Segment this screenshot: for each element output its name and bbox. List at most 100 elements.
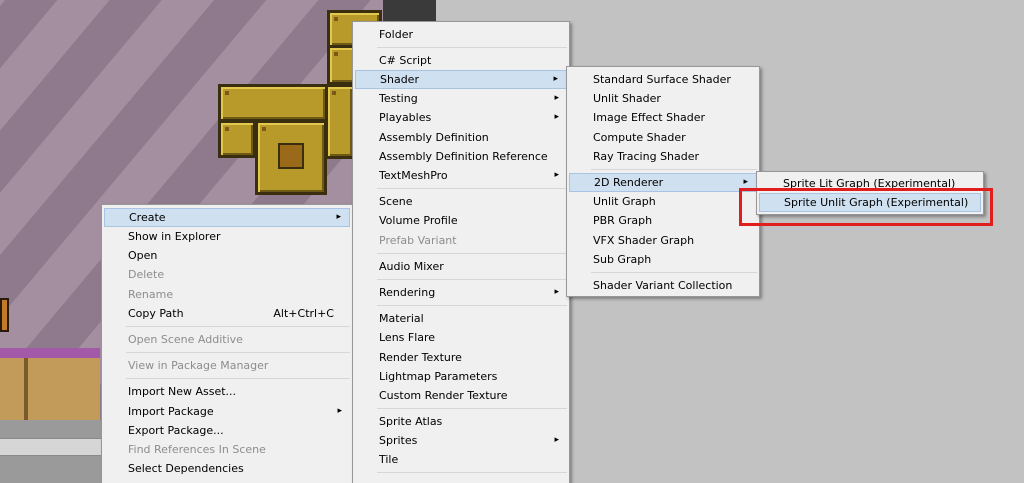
menu-item-create[interactable]: Create ▸ xyxy=(104,208,350,227)
menu-item-audio-mixer[interactable]: Audio Mixer xyxy=(355,257,567,276)
menu-item-vfx-shader-graph[interactable]: VFX Shader Graph xyxy=(569,231,757,250)
menu-separator xyxy=(377,279,567,280)
menu-item-find-references[interactable]: Find References In Scene xyxy=(104,440,350,459)
menu-item-label: Folder xyxy=(379,28,413,41)
submenu-arrow-icon: ▸ xyxy=(554,435,559,445)
menu-item-label: Unlit Shader xyxy=(593,92,661,105)
menu-item-playables[interactable]: Playables ▸ xyxy=(355,108,567,127)
player-character xyxy=(0,298,9,332)
menu-item-assembly-definition[interactable]: Assembly Definition xyxy=(355,128,567,147)
menu-item-csharp-script[interactable]: C# Script xyxy=(355,51,567,70)
menu-item-lens-flare[interactable]: Lens Flare xyxy=(355,328,567,347)
menu-separator xyxy=(126,378,350,379)
menu-item-copy-path[interactable]: Copy Path Alt+Ctrl+C xyxy=(104,304,350,323)
menu-separator xyxy=(377,408,567,409)
menu-separator xyxy=(377,305,567,306)
menu-item-open[interactable]: Open xyxy=(104,246,350,265)
menu-item-unlit-shader[interactable]: Unlit Shader xyxy=(569,89,757,108)
menu-item-label: Rendering xyxy=(379,286,436,299)
menu-item-label: Lens Flare xyxy=(379,331,436,344)
menu-item-tile[interactable]: Tile xyxy=(355,450,567,469)
menu-separator xyxy=(377,472,567,473)
menu-item-label: Import Package xyxy=(128,405,214,418)
menu-item-label: Sub Graph xyxy=(593,253,652,266)
submenu-arrow-icon: ▸ xyxy=(553,74,558,84)
shortcut-label: Alt+Ctrl+C xyxy=(273,307,334,320)
menu-item-export-package[interactable]: Export Package... xyxy=(104,421,350,440)
menu-separator xyxy=(591,169,757,170)
menu-item-label: Rename xyxy=(128,288,174,301)
menu-item-standard-surface-shader[interactable]: Standard Surface Shader xyxy=(569,70,757,89)
tile-block xyxy=(218,84,328,122)
menu-item-import-package[interactable]: Import Package ▸ xyxy=(104,402,350,421)
ground-tile-dark xyxy=(24,358,28,420)
menu-item-rendering[interactable]: Rendering ▸ xyxy=(355,283,567,302)
menu-item-label: Standard Surface Shader xyxy=(593,73,731,86)
menu-item-shader[interactable]: Shader ▸ xyxy=(355,70,567,89)
menu-separator xyxy=(126,352,350,353)
menu-separator xyxy=(377,188,567,189)
menu-item-label: Unlit Graph xyxy=(593,195,656,208)
menu-item-material[interactable]: Material xyxy=(355,309,567,328)
tile-block xyxy=(325,84,355,159)
submenu-arrow-icon: ▸ xyxy=(337,406,342,416)
create-submenu: Folder C# Script Shader ▸ Testing ▸ Play… xyxy=(352,21,570,483)
menu-separator xyxy=(377,47,567,48)
menu-item-sprites[interactable]: Sprites ▸ xyxy=(355,431,567,450)
menu-item-label: Image Effect Shader xyxy=(593,111,706,124)
menu-item-label: Scene xyxy=(379,195,413,208)
menu-item-sprite-atlas[interactable]: Sprite Atlas xyxy=(355,412,567,431)
submenu-arrow-icon: ▸ xyxy=(554,170,559,180)
menu-separator xyxy=(126,326,350,327)
menu-item-label: Volume Profile xyxy=(379,214,458,227)
menu-item-rename[interactable]: Rename xyxy=(104,285,350,304)
menu-item-open-scene-additive[interactable]: Open Scene Additive xyxy=(104,330,350,349)
menu-item-label: Open Scene Additive xyxy=(128,333,243,346)
shader-submenu: Standard Surface Shader Unlit Shader Ima… xyxy=(566,66,760,297)
menu-item-folder[interactable]: Folder xyxy=(355,25,567,44)
menu-item-2d-renderer[interactable]: 2D Renderer ▸ xyxy=(569,173,757,192)
menu-item-label: Open xyxy=(128,249,158,262)
menu-item-label: C# Script xyxy=(379,54,432,67)
menu-item-label: Sprite Atlas xyxy=(379,415,443,428)
menu-item-label: Compute Shader xyxy=(593,131,686,144)
menu-item-label: 2D Renderer xyxy=(594,176,664,189)
menu-item-label: Material xyxy=(379,312,424,325)
menu-item-label: Tile xyxy=(379,453,399,466)
menu-item-image-effect-shader[interactable]: Image Effect Shader xyxy=(569,108,757,127)
menu-item-label: Render Texture xyxy=(379,351,462,364)
menu-item-shader-variant-collection[interactable]: Shader Variant Collection xyxy=(569,276,757,295)
menu-item-label: Sprites xyxy=(379,434,418,447)
menu-item-volume-profile[interactable]: Volume Profile xyxy=(355,211,567,230)
menu-item-label: Shader Variant Collection xyxy=(593,279,733,292)
menu-item-show-in-explorer[interactable]: Show in Explorer xyxy=(104,227,350,246)
menu-item-label: Custom Render Texture xyxy=(379,389,508,402)
menu-item-custom-render-texture[interactable]: Custom Render Texture xyxy=(355,386,567,405)
menu-item-assembly-definition-reference[interactable]: Assembly Definition Reference xyxy=(355,147,567,166)
menu-item-unlit-graph[interactable]: Unlit Graph xyxy=(569,192,757,211)
menu-item-lightmap-parameters[interactable]: Lightmap Parameters xyxy=(355,367,567,386)
menu-item-label: Select Dependencies xyxy=(128,462,244,475)
menu-item-compute-shader[interactable]: Compute Shader xyxy=(569,128,757,147)
menu-item-label: Import New Asset... xyxy=(128,385,237,398)
menu-item-label: TextMeshPro xyxy=(379,169,448,182)
menu-item-import-new-asset[interactable]: Import New Asset... xyxy=(104,382,350,401)
menu-item-select-dependencies[interactable]: Select Dependencies xyxy=(104,459,350,478)
menu-item-label: Prefab Variant xyxy=(379,234,457,247)
menu-item-label: Delete xyxy=(128,268,165,281)
menu-item-delete[interactable]: Delete xyxy=(104,265,350,284)
menu-item-view-in-package-manager[interactable]: View in Package Manager xyxy=(104,356,350,375)
menu-item-label: Ray Tracing Shader xyxy=(593,150,700,163)
menu-item-label: VFX Shader Graph xyxy=(593,234,695,247)
menu-item-pbr-graph[interactable]: PBR Graph xyxy=(569,211,757,230)
menu-item-label: Show in Explorer xyxy=(128,230,221,243)
submenu-arrow-icon: ▸ xyxy=(554,112,559,122)
menu-item-scene[interactable]: Scene xyxy=(355,192,567,211)
menu-item-label: Create xyxy=(129,211,166,224)
menu-item-render-texture[interactable]: Render Texture xyxy=(355,348,567,367)
menu-item-ray-tracing-shader[interactable]: Ray Tracing Shader xyxy=(569,147,757,166)
menu-item-sub-graph[interactable]: Sub Graph xyxy=(569,250,757,269)
menu-item-textmeshpro[interactable]: TextMeshPro ▸ xyxy=(355,166,567,185)
menu-item-testing[interactable]: Testing ▸ xyxy=(355,89,567,108)
menu-item-prefab-variant[interactable]: Prefab Variant xyxy=(355,231,567,250)
